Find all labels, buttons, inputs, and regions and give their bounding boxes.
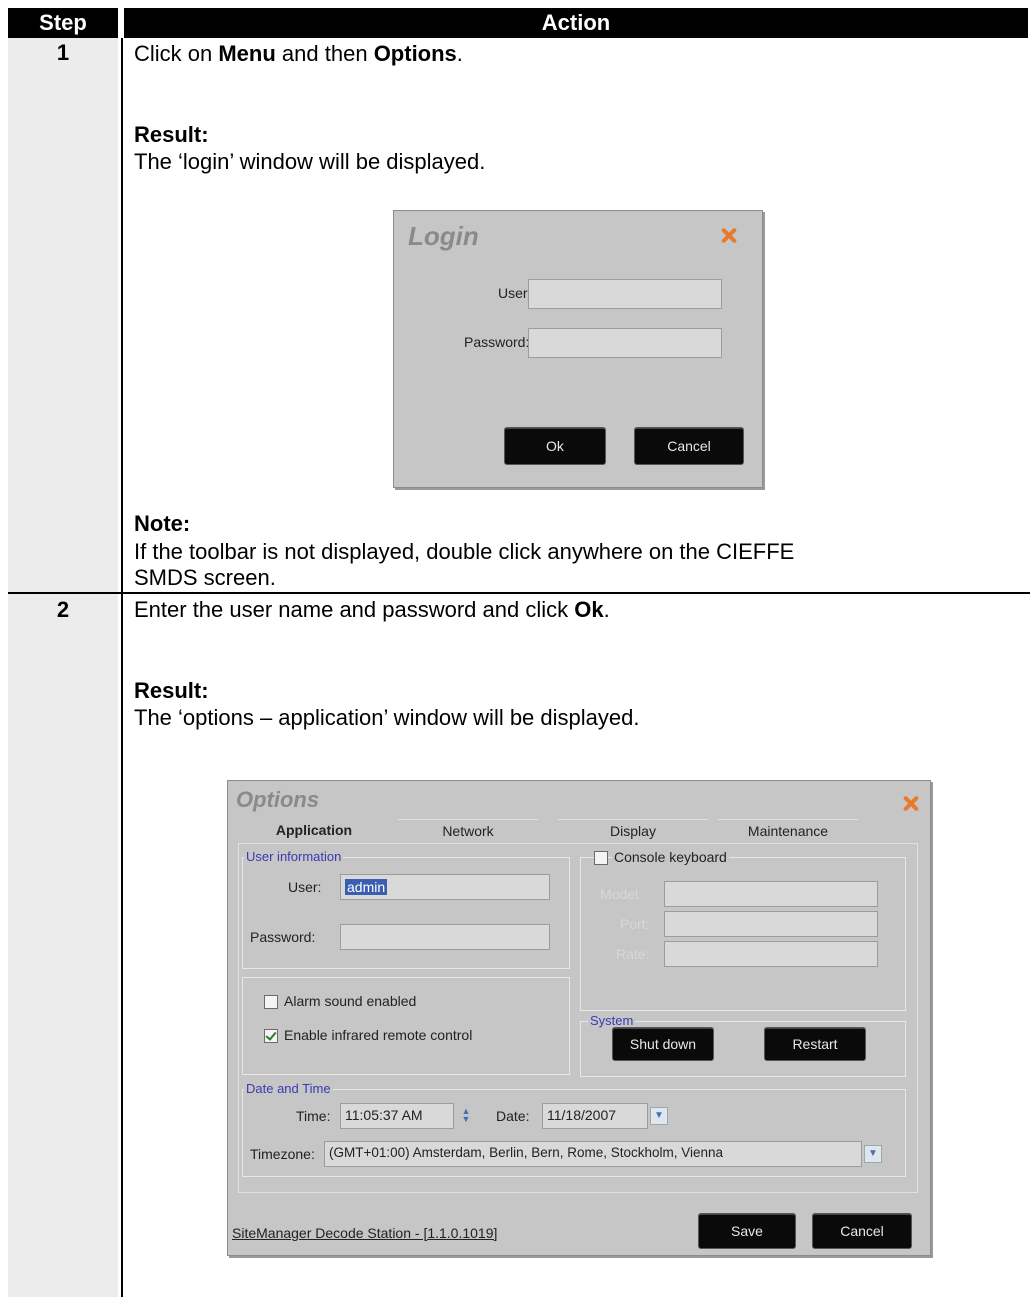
time-input[interactable]: 11:05:37 AM: [340, 1103, 454, 1129]
time-spinner-icon[interactable]: ▲ ▼: [460, 1107, 472, 1125]
tab-application[interactable]: Application: [248, 819, 380, 841]
user-label: User:: [288, 879, 322, 895]
timezone-label: Timezone:: [250, 1146, 315, 1162]
tab-maintenance[interactable]: Maintenance: [718, 819, 858, 842]
system-title: System: [588, 1013, 636, 1028]
user-input[interactable]: [528, 279, 722, 309]
chevron-down-icon[interactable]: ▼: [864, 1145, 882, 1163]
step-number: 1: [56, 40, 70, 65]
step-column-shade: [8, 38, 118, 1297]
instruction-text: Click on Menu and then Options.: [134, 41, 463, 66]
password-input[interactable]: [340, 924, 550, 950]
close-icon[interactable]: [718, 225, 738, 245]
row-divider: [8, 592, 1030, 594]
note-text-line1: If the toolbar is not displayed, double …: [134, 539, 795, 564]
infrared-checkbox[interactable]: [264, 1029, 278, 1043]
column-header-action: Action: [124, 8, 1028, 38]
close-icon[interactable]: [900, 793, 920, 813]
console-keyboard-label: Console keyboard: [612, 849, 729, 865]
model-label: Model:: [600, 886, 643, 902]
port-select[interactable]: [664, 911, 878, 937]
time-label: Time:: [296, 1108, 331, 1124]
column-header-step: Step: [8, 8, 118, 38]
version-link[interactable]: SiteManager Decode Station - [1.1.0.1019…: [232, 1225, 497, 1241]
result-text: The ‘login’ window will be displayed.: [134, 149, 486, 174]
console-keyboard-checkbox[interactable]: [594, 851, 608, 865]
rate-select[interactable]: [664, 941, 878, 967]
result-label: Result:: [134, 122, 209, 147]
user-label: User:: [498, 285, 532, 301]
password-label: Password:: [250, 929, 316, 945]
dialog-title: Options: [236, 787, 320, 812]
timezone-select[interactable]: (GMT+01:00) Amsterdam, Berlin, Bern, Rom…: [324, 1141, 862, 1167]
date-label: Date:: [496, 1108, 530, 1124]
model-select[interactable]: [664, 881, 878, 907]
note-text-line2: SMDS screen.: [134, 565, 276, 590]
alarm-sound-label: Alarm sound enabled: [284, 993, 417, 1009]
dialog-title: Login: [408, 221, 479, 251]
ok-button[interactable]: Ok: [504, 427, 606, 465]
result-label: Result:: [134, 678, 209, 703]
shut-down-button[interactable]: Shut down: [612, 1027, 714, 1061]
cancel-button[interactable]: Cancel: [812, 1213, 912, 1249]
options-group: [242, 977, 570, 1075]
date-input[interactable]: 11/18/2007: [542, 1103, 648, 1129]
save-button[interactable]: Save: [698, 1213, 796, 1249]
password-label: Password:: [464, 334, 530, 350]
infrared-label: Enable infrared remote control: [284, 1027, 473, 1043]
login-dialog: Login User: Password: Ok Cancel: [393, 210, 763, 488]
tab-network[interactable]: Network: [398, 819, 538, 842]
tab-display[interactable]: Display: [558, 819, 708, 842]
instruction-text: Enter the user name and password and cli…: [134, 597, 610, 622]
port-label: Port:: [620, 916, 650, 932]
note-label: Note:: [134, 511, 191, 536]
cancel-button[interactable]: Cancel: [634, 427, 744, 465]
step-divider: [121, 38, 123, 1297]
user-input-value: admin: [345, 879, 388, 895]
result-text: The ‘options – application’ window will …: [134, 705, 640, 730]
chevron-down-icon[interactable]: ▼: [650, 1107, 668, 1125]
restart-button[interactable]: Restart: [764, 1027, 866, 1061]
password-input[interactable]: [528, 328, 722, 358]
step-number: 2: [56, 597, 70, 622]
user-input[interactable]: admin: [340, 874, 550, 900]
rate-label: Rate:: [616, 946, 650, 962]
user-information-title: User information: [244, 849, 344, 864]
alarm-sound-checkbox[interactable]: [264, 995, 278, 1009]
options-dialog: Options Application Network Display Main…: [227, 780, 931, 1256]
date-time-title: Date and Time: [244, 1081, 333, 1096]
